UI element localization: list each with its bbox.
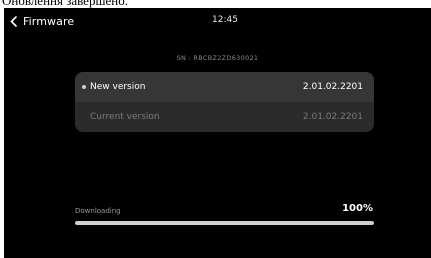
version-card: New version 2.01.02.2201 Current version… bbox=[75, 72, 374, 132]
firmware-screen: Firmware 12:45 SN : RBCBZ2ZD630021 New v… bbox=[4, 8, 431, 258]
new-version-row[interactable]: New version 2.01.02.2201 bbox=[75, 72, 374, 102]
top-bar: Firmware 12:45 bbox=[4, 8, 431, 34]
back-button[interactable]: Firmware bbox=[10, 12, 74, 30]
current-version-value: 2.01.02.2201 bbox=[302, 112, 363, 122]
download-progress-bar bbox=[75, 221, 374, 225]
back-label: Firmware bbox=[23, 14, 75, 28]
chevron-left-icon bbox=[10, 15, 17, 27]
status-time: 12:45 bbox=[212, 15, 238, 25]
caption-label: Оновлення завершено. bbox=[2, 0, 128, 8]
dot-icon bbox=[82, 85, 86, 89]
caption-text: Оновлення завершено. bbox=[0, 0, 431, 8]
download-percent: 100% bbox=[342, 203, 373, 214]
new-version-label: New version bbox=[90, 82, 146, 92]
serial-number: SN : RBCBZ2ZD630021 bbox=[176, 54, 259, 62]
new-version-label-group: New version bbox=[82, 82, 145, 92]
current-version-label: Current version bbox=[90, 112, 160, 122]
download-progress-fill bbox=[75, 221, 374, 225]
download-label: Downloading bbox=[75, 207, 121, 215]
current-version-label-group: Current version bbox=[82, 112, 160, 122]
new-version-value: 2.01.02.2201 bbox=[302, 82, 363, 92]
current-version-row: Current version 2.01.02.2201 bbox=[75, 102, 374, 132]
